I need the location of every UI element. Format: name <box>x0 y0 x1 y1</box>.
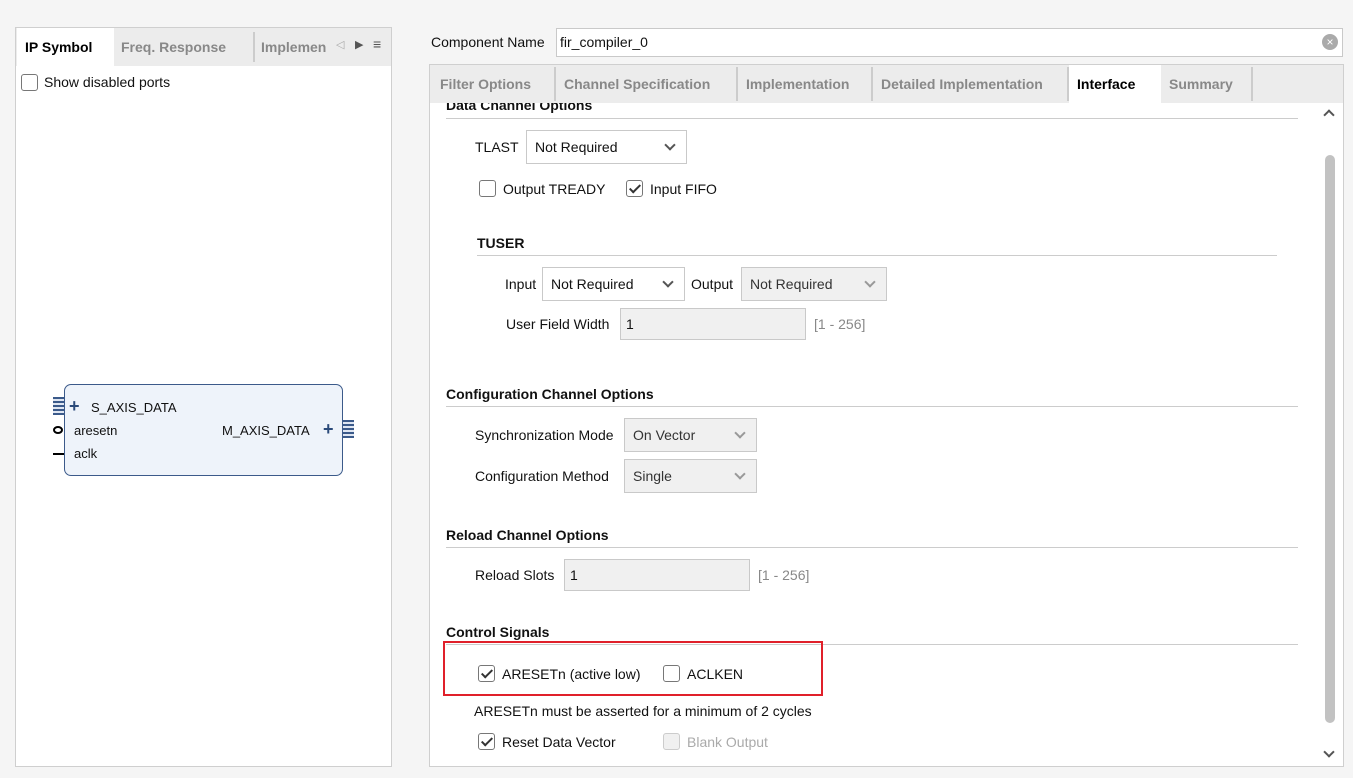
divider <box>477 255 1277 256</box>
aclken-checkbox[interactable] <box>663 665 680 682</box>
scrollbar[interactable] <box>1319 103 1341 765</box>
expand-plus-icon[interactable]: + <box>323 419 334 440</box>
tab-freq-response[interactable]: Freq. Response <box>113 28 234 66</box>
blank-output-label: Blank Output <box>687 734 768 750</box>
tab-ip-symbol[interactable]: IP Symbol <box>17 28 114 66</box>
sync-mode-value: On Vector <box>633 427 696 443</box>
tuser-output-select[interactable]: Not Required <box>741 267 887 301</box>
bus-interface-icon <box>53 397 64 415</box>
port-m-axis-data: M_AXIS_DATA <box>222 423 310 438</box>
expand-plus-icon[interactable]: + <box>69 396 80 417</box>
divider <box>446 547 1298 548</box>
scroll-left-icon[interactable]: ◁ <box>336 38 344 51</box>
reset-data-vector-checkbox[interactable] <box>478 733 495 750</box>
tlast-select[interactable]: Not Required <box>526 130 687 164</box>
config-method-label: Configuration Method <box>475 468 609 484</box>
menu-icon[interactable]: ≡ <box>373 36 381 52</box>
reload-slots-input[interactable]: 1 <box>564 559 750 591</box>
scroll-down-icon[interactable] <box>1323 746 1335 758</box>
output-tready-label: Output TREADY <box>503 181 606 197</box>
aresetn-label: ARESETn (active low) <box>502 666 641 682</box>
aresetn-checkbox[interactable] <box>478 665 495 682</box>
blank-output-checkbox[interactable] <box>663 733 680 750</box>
data-channel-title: Data Channel Options <box>446 103 593 113</box>
tab-interface[interactable]: Interface <box>1069 65 1161 103</box>
show-disabled-ports-checkbox[interactable] <box>21 74 38 91</box>
user-field-width-input[interactable]: 1 <box>620 308 806 340</box>
chevron-down-icon <box>664 139 676 151</box>
tab-implementation[interactable]: Implemen <box>253 28 334 66</box>
port-s-axis-data: S_AXIS_DATA <box>91 400 177 415</box>
port-aclk: aclk <box>74 446 98 461</box>
output-tready-checkbox[interactable] <box>479 180 496 197</box>
chevron-down-icon <box>734 468 746 480</box>
show-disabled-ports-label: Show disabled ports <box>44 74 171 90</box>
reload-channel-title: Reload Channel Options <box>446 527 609 543</box>
config-tab-bar: Filter Options Channel Specification Imp… <box>430 65 1343 103</box>
clock-port-line <box>53 453 64 455</box>
tuser-input-select[interactable]: Not Required <box>542 267 685 301</box>
tlast-label: TLAST <box>475 139 519 155</box>
tab-divider <box>1251 67 1253 101</box>
component-name-input[interactable]: fir_compiler_0 <box>556 28 1343 57</box>
content-area: Data Channel Options TLAST Not Required … <box>430 103 1319 765</box>
tab-summary[interactable]: Summary <box>1161 65 1241 103</box>
chevron-down-icon <box>662 276 674 288</box>
tab-filter-options[interactable]: Filter Options <box>432 65 539 103</box>
tab-implementation[interactable]: Implementation <box>738 65 857 103</box>
user-field-width-range: [1 - 256] <box>814 316 866 332</box>
chevron-down-icon <box>864 276 876 288</box>
component-name-label: Component Name <box>431 34 545 50</box>
tuser-output-label: Output <box>691 276 734 292</box>
chevron-down-icon <box>734 427 746 439</box>
config-method-select[interactable]: Single <box>624 459 757 493</box>
input-fifo-label: Input FIFO <box>650 181 717 197</box>
scroll-up-icon[interactable] <box>1323 109 1335 121</box>
divider <box>446 406 1298 407</box>
tlast-value: Not Required <box>535 139 618 155</box>
tab-channel-specification[interactable]: Channel Specification <box>556 65 718 103</box>
tuser-title: TUSER <box>477 235 525 251</box>
input-fifo-checkbox[interactable] <box>626 180 643 197</box>
aresetn-note: ARESETn must be asserted for a minimum o… <box>474 703 812 719</box>
tuser-output-value: Not Required <box>750 276 833 292</box>
clear-icon[interactable]: × <box>1322 34 1338 50</box>
sync-mode-label: Synchronization Mode <box>475 427 614 443</box>
reload-slots-label: Reload Slots <box>475 567 555 583</box>
tab-detailed-implementation[interactable]: Detailed Implementation <box>873 65 1051 103</box>
tuser-input-value: Not Required <box>551 276 634 292</box>
scrollbar-thumb[interactable] <box>1325 155 1335 723</box>
aclken-label: ACLKEN <box>687 666 744 682</box>
control-signals-title: Control Signals <box>446 624 550 640</box>
scroll-right-icon[interactable]: ▶ <box>355 38 363 51</box>
tuser-input-label: Input <box>505 276 537 292</box>
config-channel-title: Configuration Channel Options <box>446 386 654 402</box>
left-tab-bar: IP Symbol Freq. Response Implemen ◁ ▶ ≡ <box>16 28 391 66</box>
config-method-value: Single <box>633 468 672 484</box>
reset-port-icon <box>53 426 63 434</box>
divider <box>446 118 1298 119</box>
port-aresetn: aresetn <box>74 423 118 438</box>
user-field-width-label: User Field Width <box>506 316 610 332</box>
sync-mode-select[interactable]: On Vector <box>624 418 757 452</box>
bus-interface-icon <box>343 420 354 438</box>
reload-slots-range: [1 - 256] <box>758 567 810 583</box>
reset-data-vector-label: Reset Data Vector <box>502 734 616 750</box>
